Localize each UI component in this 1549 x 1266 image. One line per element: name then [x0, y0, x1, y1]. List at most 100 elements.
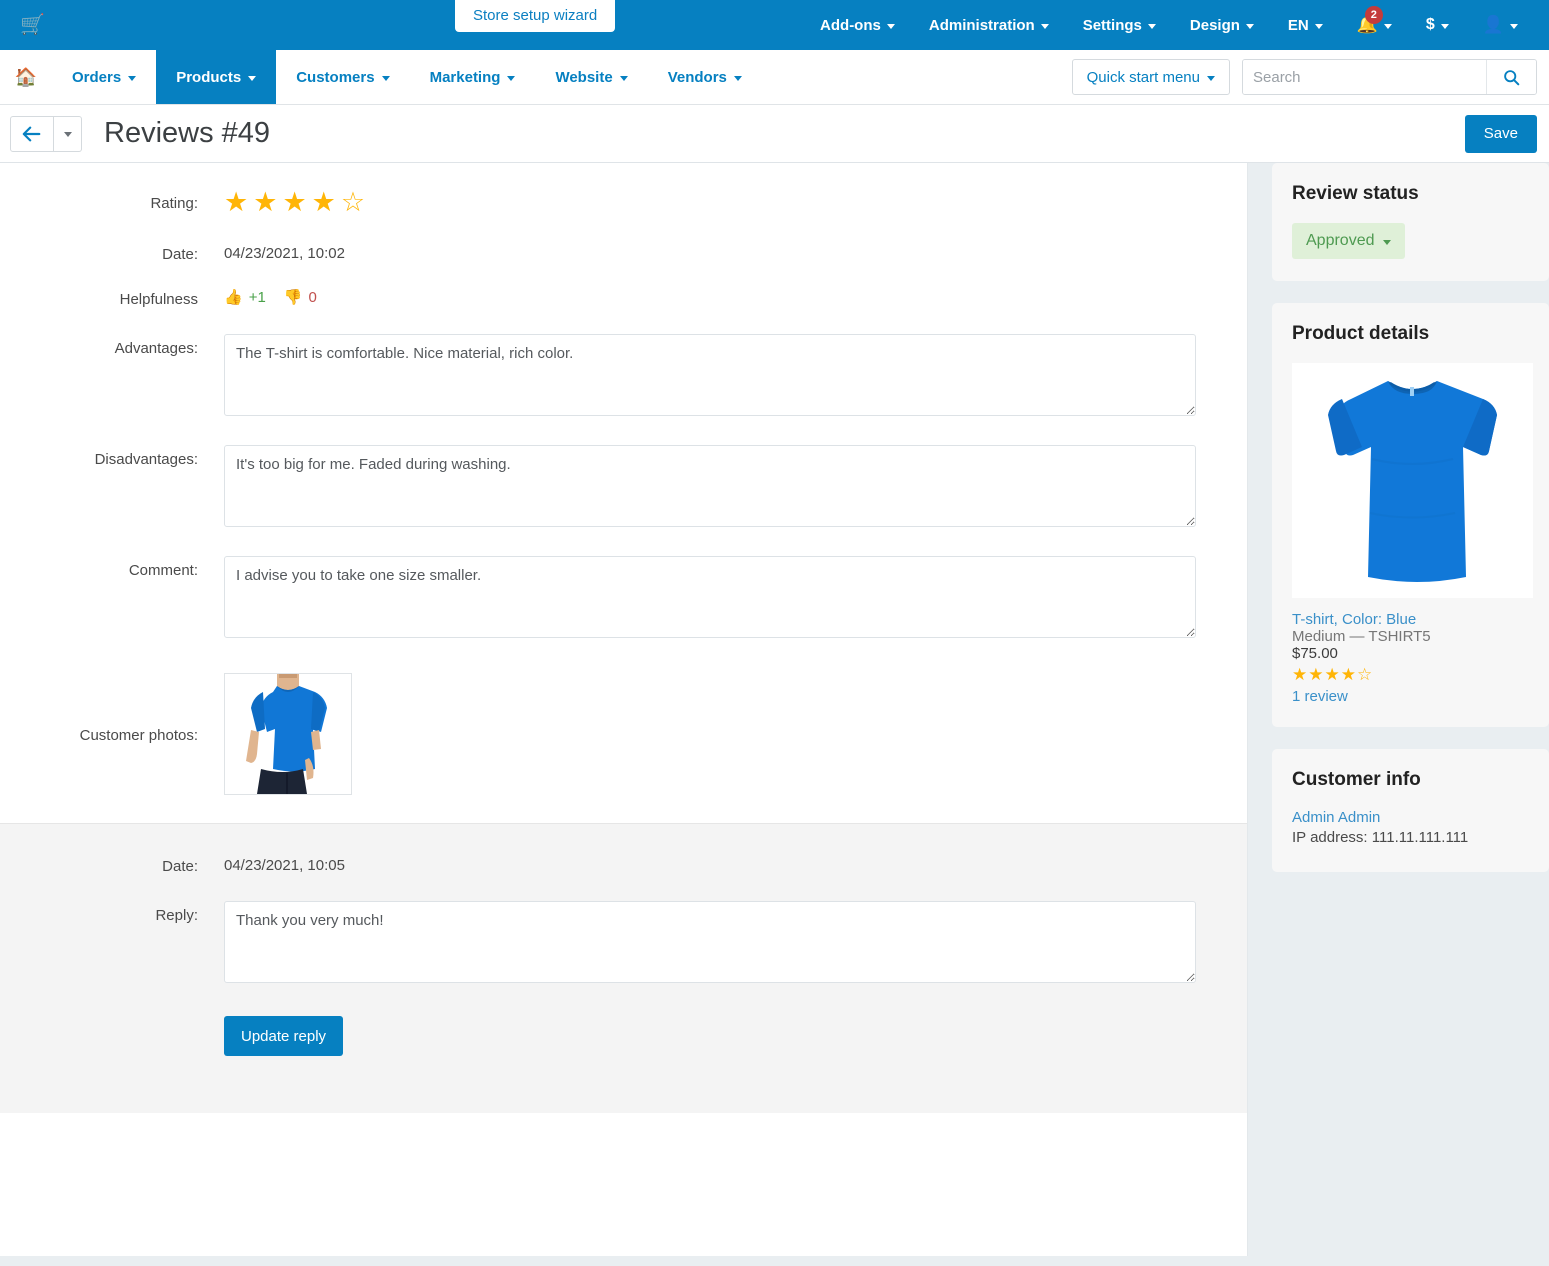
- top-header-bar: 🛒 Store setup wizard Add-ons Administrat…: [0, 0, 1549, 50]
- sidebar-column: Review status Approved Product details T…: [1248, 163, 1549, 894]
- top-menu-label-language: EN: [1287, 16, 1309, 34]
- user-icon: 👤: [1482, 15, 1504, 34]
- form-row-customer-photos: Customer photos:: [0, 673, 1247, 795]
- notifications-menu[interactable]: 🔔 2: [1340, 0, 1409, 50]
- product-reviews-link[interactable]: 1 review: [1292, 688, 1529, 705]
- top-menu-item-administration[interactable]: Administration: [912, 0, 1066, 50]
- customer-name-link[interactable]: Admin Admin: [1292, 809, 1529, 826]
- reply-date-label: Date:: [162, 858, 198, 875]
- product-rating-stars: ★★★★☆: [1292, 662, 1529, 688]
- review-status-title: Review status: [1292, 183, 1419, 204]
- search-icon: [1504, 69, 1520, 85]
- back-button[interactable]: [10, 115, 54, 152]
- chevron-down-icon: [1314, 23, 1323, 29]
- chevron-down-icon: [619, 75, 628, 81]
- disadvantages-label: Disadvantages:: [94, 451, 198, 468]
- helpfulness-negative: 👎 0: [283, 288, 317, 307]
- update-reply-button[interactable]: Update reply: [224, 1016, 344, 1056]
- main-navigation-bar: 🏠 Orders Products Customers Marketing We…: [0, 50, 1549, 105]
- helpfulness-values: 👍 +1 👎 0: [224, 285, 1247, 307]
- disadvantages-textarea[interactable]: [224, 445, 1196, 527]
- reply-textarea[interactable]: [224, 901, 1196, 983]
- product-price: $75.00: [1292, 645, 1338, 662]
- sidebar-item-home[interactable]: 🏠: [0, 50, 52, 104]
- customer-photo-thumbnail[interactable]: [224, 673, 352, 795]
- star-filled: ★: [1324, 665, 1341, 684]
- cart-icon[interactable]: 🛒: [20, 15, 45, 35]
- form-row-reply: Reply:: [0, 901, 1247, 988]
- review-detail-form: Rating: ★ ★ ★ ★ ☆ Date: 04/23/2021, 10:0…: [0, 163, 1247, 823]
- star-filled: ★: [224, 187, 249, 217]
- dollar-icon: $: [1425, 16, 1435, 33]
- helpfulness-up-count: +1: [248, 288, 266, 306]
- star-filled: ★: [1308, 665, 1325, 684]
- top-menu-item-design[interactable]: Design: [1173, 0, 1271, 50]
- form-row-reply-date: Date: 04/23/2021, 10:05: [0, 852, 1247, 875]
- store-setup-wizard-tab[interactable]: Store setup wizard: [455, 0, 616, 32]
- nav-item-vendors[interactable]: Vendors: [648, 50, 762, 104]
- star-filled: ★: [1292, 665, 1309, 684]
- product-name-link[interactable]: T-shirt, Color: Blue: [1292, 611, 1529, 628]
- nav-item-products[interactable]: Products: [156, 50, 277, 104]
- currency-menu[interactable]: $: [1409, 0, 1466, 50]
- save-button[interactable]: Save: [1464, 114, 1537, 153]
- star-filled: ★: [253, 187, 278, 217]
- product-image[interactable]: [1292, 363, 1533, 598]
- nav-item-customers[interactable]: Customers: [276, 50, 409, 104]
- chevron-down-icon: [1245, 23, 1254, 29]
- helpfulness-down-count: 0: [308, 288, 317, 306]
- update-reply-spacer: [0, 1016, 224, 1022]
- user-account-menu[interactable]: 👤: [1466, 0, 1535, 50]
- top-menu-label-addons: Add-ons: [820, 16, 881, 34]
- chevron-down-icon: [1510, 23, 1518, 29]
- back-dropdown-button[interactable]: [54, 115, 82, 152]
- quick-start-menu-button[interactable]: Quick start menu: [1071, 59, 1230, 95]
- advantages-textarea[interactable]: [224, 334, 1196, 416]
- nav-item-marketing[interactable]: Marketing: [410, 50, 536, 104]
- nav-label-vendors: Vendors: [667, 68, 727, 86]
- helpfulness-positive: 👍 +1: [224, 288, 266, 307]
- top-menu: Add-ons Administration Settings Design E…: [803, 0, 1535, 50]
- bell-wrap: 🔔 2: [1357, 6, 1383, 35]
- page-body: Rating: ★ ★ ★ ★ ☆ Date: 04/23/2021, 10:0…: [0, 163, 1549, 1256]
- home-icon: 🏠: [14, 66, 38, 87]
- search-input[interactable]: [1243, 60, 1486, 94]
- chevron-down-icon: [733, 75, 742, 81]
- rating-stars: ★ ★ ★ ★ ☆: [224, 189, 1247, 216]
- nav-label-customers: Customers: [296, 68, 375, 86]
- nav-label-orders: Orders: [72, 68, 122, 86]
- chevron-down-icon: [1147, 23, 1156, 29]
- status-badge[interactable]: Approved: [1292, 223, 1405, 259]
- form-row-update-reply: Update reply: [0, 1016, 1247, 1056]
- search-button[interactable]: [1486, 60, 1536, 94]
- top-menu-label-settings: Settings: [1082, 16, 1142, 34]
- product-details-title: Product details: [1292, 323, 1430, 344]
- top-menu-label-design: Design: [1189, 16, 1240, 34]
- form-row-rating: Rating: ★ ★ ★ ★ ☆: [0, 189, 1247, 216]
- comment-textarea[interactable]: [224, 556, 1196, 638]
- nav-item-website[interactable]: Website: [535, 50, 647, 104]
- star-filled: ★: [1340, 665, 1357, 684]
- top-menu-item-addons[interactable]: Add-ons: [803, 0, 912, 50]
- form-row-date: Date: 04/23/2021, 10:02: [0, 240, 1247, 263]
- star-empty: ☆: [1357, 665, 1374, 684]
- thumbs-down-icon: 👎: [283, 289, 303, 306]
- reply-label: Reply:: [155, 907, 198, 924]
- reply-date-value: 04/23/2021, 10:05: [224, 857, 345, 874]
- main-content-column: Rating: ★ ★ ★ ★ ☆ Date: 04/23/2021, 10:0…: [0, 163, 1248, 1256]
- notification-badge: 2: [1364, 6, 1383, 24]
- product-details-panel: Product details T-shirt, Color: Blue Med…: [1272, 303, 1549, 727]
- top-menu-item-language[interactable]: EN: [1271, 0, 1340, 50]
- nav-item-orders[interactable]: Orders: [52, 50, 156, 104]
- chevron-down-icon: [63, 132, 72, 137]
- review-status-panel: Review status Approved: [1272, 163, 1549, 281]
- customer-info-panel: Customer info Admin Admin IP address: 11…: [1272, 748, 1549, 872]
- status-badge-label: Approved: [1306, 232, 1375, 249]
- top-menu-item-settings[interactable]: Settings: [1066, 0, 1173, 50]
- nav-label-marketing: Marketing: [429, 68, 501, 86]
- store-setup-wizard-label: Store setup wizard: [473, 7, 598, 24]
- customer-ip-address: IP address: 111.11.111.111: [1292, 826, 1529, 850]
- star-empty: ☆: [340, 187, 366, 217]
- review-date-value: 04/23/2021, 10:02: [224, 245, 345, 262]
- customer-ip-value: 111.11.111.111: [1371, 828, 1469, 846]
